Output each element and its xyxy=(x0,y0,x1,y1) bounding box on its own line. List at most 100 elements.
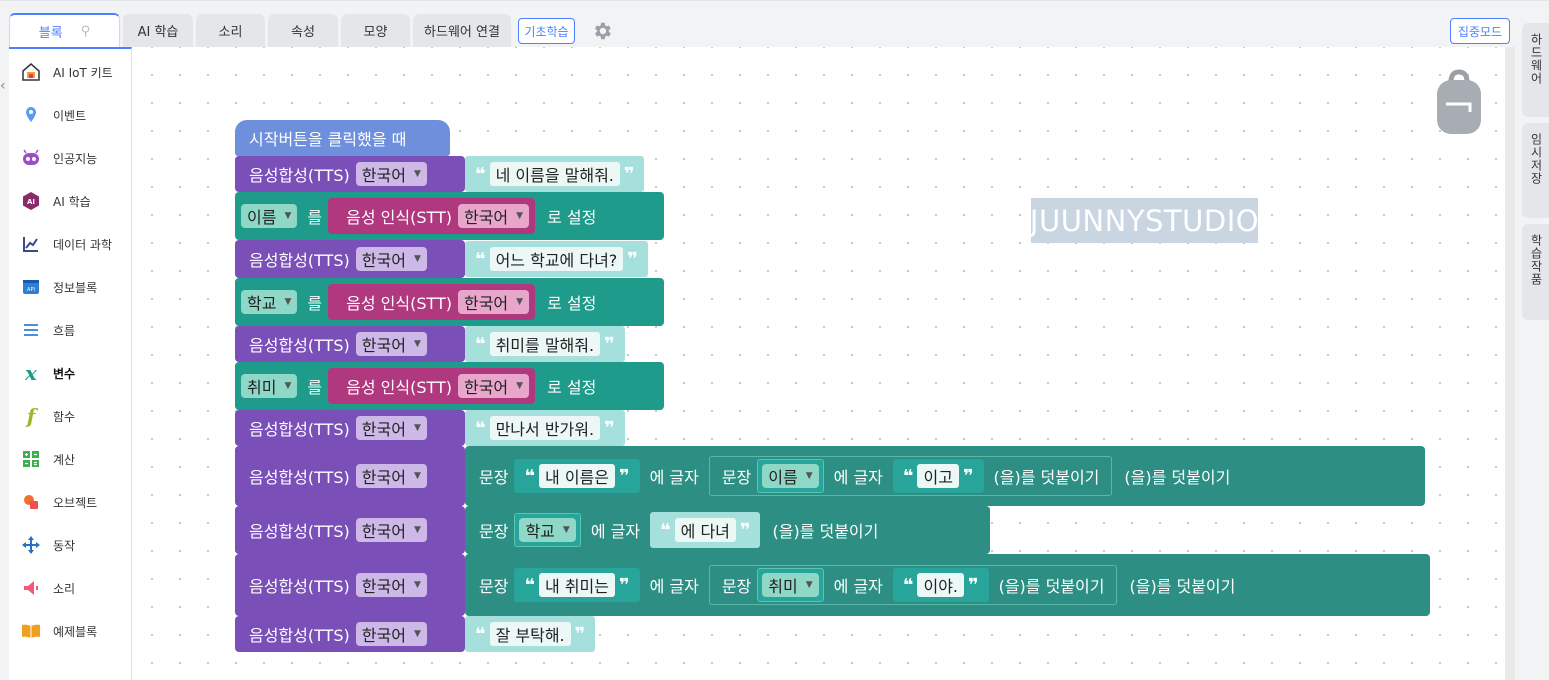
tab-shape-label: 모양 xyxy=(363,25,388,40)
category-ai-iot-kit[interactable]: AI IoT 키트 xyxy=(9,52,131,92)
string-block[interactable]: ❝ 취미를 말해줘. ❞ xyxy=(465,326,625,362)
language-dropdown[interactable]: 한국어 ▼ xyxy=(457,374,530,398)
variable-dropdown[interactable]: 학교 ▼ xyxy=(519,518,576,542)
tts-block[interactable]: 음성합성(TTS) 한국어 ▼ xyxy=(235,616,465,652)
tts-block[interactable]: 음성합성(TTS) 한국어 ▼ xyxy=(235,326,465,362)
focus-mode-button[interactable]: 집중모드 xyxy=(1450,18,1510,44)
tts-block[interactable]: 음성합성(TTS) 한국어 ▼ xyxy=(235,446,465,506)
when-start-clicked-block[interactable]: 시작버튼을 클릭했을 때 xyxy=(235,120,450,156)
string-literal[interactable]: ❝ 에 다녀 ❞ xyxy=(650,512,761,548)
collapse-sidebar-icon[interactable]: ‹ xyxy=(0,78,6,94)
dropdown-arrow-icon: ▼ xyxy=(805,471,813,481)
category-object[interactable]: 오브젝트 xyxy=(9,482,131,522)
gear-icon[interactable] xyxy=(591,20,613,42)
language-dropdown[interactable]: 한국어 ▼ xyxy=(355,573,427,597)
object-shapes-icon xyxy=(21,492,41,512)
tab-sound[interactable]: 소리 xyxy=(196,14,265,47)
tab-property[interactable]: 속성 xyxy=(268,14,338,47)
nested-concat-block[interactable]: 문장 이름 ▼ 에 글자 ❝ 이고 ❞ (을)를 덧붙이기 xyxy=(708,456,1113,496)
category-function[interactable]: f 함수 xyxy=(9,396,131,436)
stt-block[interactable]: 음성 인식(STT) 한국어 ▼ xyxy=(328,284,536,320)
string-concat-block[interactable]: 문장 학교 ▼ 에 글자 ❝ 에 다녀 ❞ (을)를 덧붙이기 xyxy=(465,506,990,554)
pin-icon[interactable]: ⚲ xyxy=(81,24,91,39)
tts-block[interactable]: 음성합성(TTS) 한국어 ▼ xyxy=(235,506,465,554)
set-variable-block[interactable]: 학교 ▼ 를 음성 인식(STT) 한국어 ▼ 로 설정 xyxy=(235,278,664,326)
string-input[interactable]: 이야. xyxy=(917,573,965,597)
tts-block[interactable]: 음성합성(TTS) 한국어 ▼ xyxy=(235,240,465,278)
tab-blocks[interactable]: 블록 ⚲ xyxy=(9,13,120,48)
right-tab-temp-save[interactable]: 임시저장 xyxy=(1522,123,1549,218)
backpack-icon[interactable] xyxy=(1436,68,1482,136)
string-block[interactable]: ❝ 만나서 반가워. ❞ xyxy=(465,410,625,446)
string-literal[interactable]: ❝ 취미를 말해줘. ❞ xyxy=(465,326,625,362)
right-tab-hardware[interactable]: 하드웨어 xyxy=(1522,23,1549,117)
stt-block[interactable]: 음성 인식(STT) 한국어 ▼ xyxy=(328,198,536,234)
string-literal[interactable]: ❝ 네 이름을 말해줘. ❞ xyxy=(465,156,645,192)
string-input[interactable]: 내 이름은 xyxy=(539,464,615,488)
language-dropdown[interactable]: 한국어 ▼ xyxy=(355,332,427,356)
string-literal[interactable]: ❝ 이야. ❞ xyxy=(892,568,989,602)
category-example-block[interactable]: 예제블록 xyxy=(9,611,131,651)
variable-dropdown[interactable]: 취미 ▼ xyxy=(241,374,298,398)
tts-block[interactable]: 음성합성(TTS) 한국어 ▼ xyxy=(235,410,465,446)
string-input[interactable]: 어느 학교에 다녀? xyxy=(489,247,624,271)
string-block[interactable]: ❝ 어느 학교에 다녀? ❞ xyxy=(465,240,648,278)
category-calculation[interactable]: 계산 xyxy=(9,439,131,479)
category-sound[interactable]: 소리 xyxy=(9,568,131,608)
string-input[interactable]: 에 다녀 xyxy=(674,518,736,542)
string-input[interactable]: 만나서 반가워. xyxy=(489,416,601,440)
string-literal[interactable]: ❝ 잘 부탁해. ❞ xyxy=(465,616,596,652)
string-literal[interactable]: ❝ 내 이름은 ❞ xyxy=(514,459,640,493)
language-dropdown[interactable]: 한국어 ▼ xyxy=(355,162,427,186)
variable-reporter[interactable]: 학교 ▼ xyxy=(514,513,581,547)
category-ai[interactable]: 인공지능 xyxy=(9,138,131,178)
category-ai-learning[interactable]: AI AI 학습 xyxy=(9,181,131,221)
string-input[interactable]: 잘 부탁해. xyxy=(489,622,571,646)
string-literal[interactable]: ❝ 어느 학교에 다녀? ❞ xyxy=(465,241,648,277)
tts-block[interactable]: 음성합성(TTS) 한국어 ▼ xyxy=(235,554,465,616)
category-motion[interactable]: 동작 xyxy=(9,525,131,565)
string-literal[interactable]: ❝ 이고 ❞ xyxy=(892,459,984,493)
string-literal[interactable]: ❝ 만나서 반가워. ❞ xyxy=(465,410,625,446)
variable-dropdown[interactable]: 취미 ▼ xyxy=(762,573,819,597)
language-dropdown[interactable]: 한국어 ▼ xyxy=(355,247,427,271)
language-dropdown[interactable]: 한국어 ▼ xyxy=(355,622,427,646)
basic-learning-button[interactable]: 기초학습 xyxy=(518,18,575,44)
string-block[interactable]: ❝ 잘 부탁해. ❞ xyxy=(465,616,596,652)
stt-block[interactable]: 음성 인식(STT) 한국어 ▼ xyxy=(328,368,536,404)
variable-dropdown[interactable]: 학교 ▼ xyxy=(241,290,298,314)
string-input[interactable]: 네 이름을 말해줘. xyxy=(489,162,620,186)
string-input[interactable]: 내 취미는 xyxy=(539,573,615,597)
tab-ai-learning[interactable]: AI 학습 xyxy=(123,14,193,47)
category-event[interactable]: 이벤트 xyxy=(9,95,131,135)
language-dropdown[interactable]: 한국어 ▼ xyxy=(355,518,427,542)
string-block[interactable]: ❝ 네 이름을 말해줘. ❞ xyxy=(465,156,645,192)
right-tab-works[interactable]: 학습작품 xyxy=(1522,224,1549,320)
language-dropdown[interactable]: 한국어 ▼ xyxy=(457,290,530,314)
close-quote-icon: ❞ xyxy=(968,574,979,596)
set-variable-block[interactable]: 이름 ▼ 를 음성 인식(STT) 한국어 ▼ 로 설정 xyxy=(235,192,664,240)
workspace-scrollbar[interactable] xyxy=(1505,47,1515,680)
variable-dropdown[interactable]: 이름 ▼ xyxy=(762,464,819,488)
category-data-science[interactable]: 데이터 과학 xyxy=(9,224,131,264)
category-variable[interactable]: x 변수 xyxy=(9,353,131,393)
category-info-block[interactable]: API 정보블록 xyxy=(9,267,131,307)
string-concat-block[interactable]: 문장 ❝ 내 이름은 ❞ 에 글자 문장 이름 ▼ 에 글자 ❝ 이고 ❞ (을)를 덧붙… xyxy=(465,446,1425,506)
string-input[interactable]: 이고 xyxy=(917,464,959,488)
nested-concat-block[interactable]: 문장 취미 ▼ 에 글자 ❝ 이야. ❞ (을)를 덧붙이기 xyxy=(708,565,1118,605)
string-literal[interactable]: ❝ 내 취미는 ❞ xyxy=(514,568,640,602)
string-input[interactable]: 취미를 말해줘. xyxy=(489,332,601,356)
language-dropdown[interactable]: 한국어 ▼ xyxy=(457,204,530,228)
category-flow[interactable]: 흐름 xyxy=(9,310,131,350)
variable-reporter[interactable]: 취미 ▼ xyxy=(757,568,824,602)
tab-shape[interactable]: 모양 xyxy=(341,14,410,47)
tab-hardware-connect[interactable]: 하드웨어 연결 xyxy=(413,14,511,47)
variable-dropdown[interactable]: 이름 ▼ xyxy=(241,204,298,228)
string-concat-block[interactable]: 문장 ❝ 내 취미는 ❞ 에 글자 문장 취미 ▼ 에 글자 ❝ 이야. ❞ (을)를 덧… xyxy=(465,554,1430,616)
language-dropdown[interactable]: 한국어 ▼ xyxy=(355,416,427,440)
language-dropdown[interactable]: 한국어 ▼ xyxy=(355,464,427,488)
variable-reporter[interactable]: 이름 ▼ xyxy=(757,459,824,493)
set-variable-block[interactable]: 취미 ▼ 를 음성 인식(STT) 한국어 ▼ 로 설정 xyxy=(235,362,664,410)
tts-block[interactable]: 음성합성(TTS) 한국어 ▼ xyxy=(235,156,465,192)
move-arrows-icon xyxy=(21,535,41,555)
